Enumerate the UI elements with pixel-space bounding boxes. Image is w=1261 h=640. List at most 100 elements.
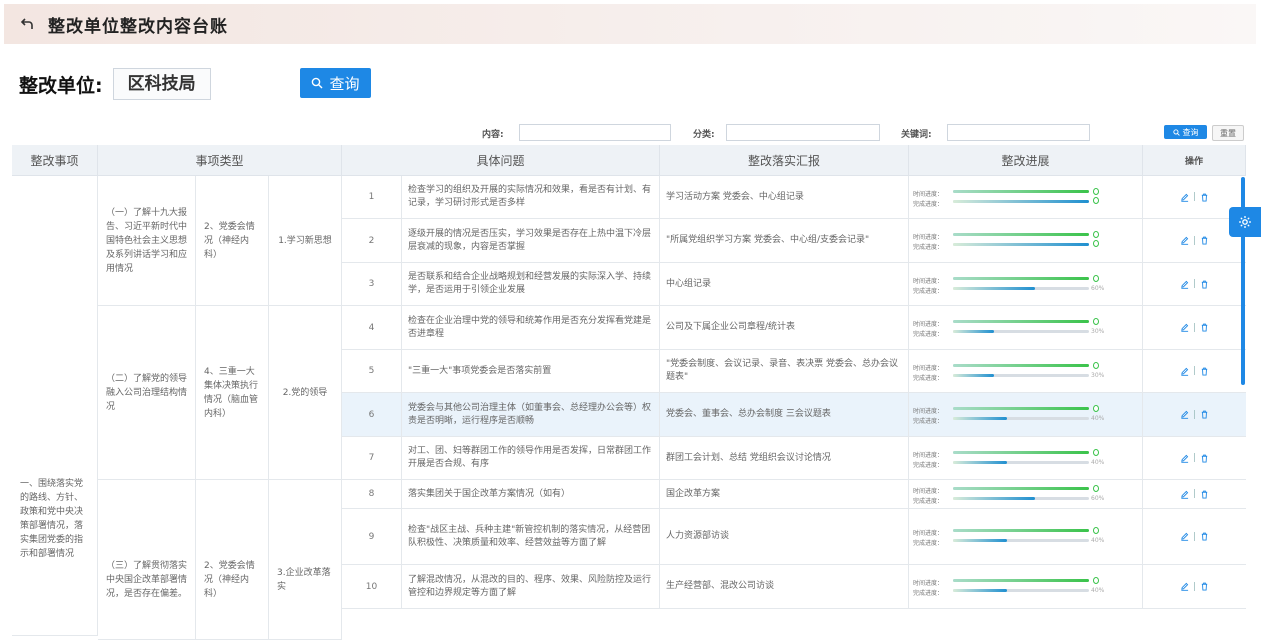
time-progress-label: 时间进度： bbox=[913, 191, 944, 198]
edit-icon[interactable] bbox=[1180, 532, 1189, 541]
report-text: 人力资源部访谈 bbox=[660, 509, 909, 564]
settings-button[interactable] bbox=[1229, 207, 1261, 237]
separator: | bbox=[1192, 322, 1197, 333]
back-arrow-icon[interactable] bbox=[20, 17, 34, 31]
table-row[interactable]: 4 检查在企业治理中党的领导和统筹作用是否充分发挥看党建是否进章程 公司及下属企… bbox=[342, 306, 1246, 350]
progress-cell: 时间进度： 完成进度： bbox=[909, 176, 1143, 218]
done-progress-bar bbox=[953, 497, 1089, 500]
filter-bar: 内容: 分类: 关键词: 查询 重置 bbox=[12, 120, 1246, 144]
table-row[interactable]: 9 检查"战区主战、兵种主建"新管控机制的落实情况，从经营团队积极性、决策质量和… bbox=[342, 509, 1246, 565]
done-percent: 40% bbox=[1091, 459, 1105, 466]
delete-icon[interactable] bbox=[1200, 323, 1209, 332]
edit-icon[interactable] bbox=[1180, 410, 1189, 419]
report-text: 群团工会计划、总结 党组织会议讨论情况 bbox=[660, 437, 909, 479]
table-row[interactable]: 10 了解混改情况，从混改的目的、程序、效果、风险防控及运行管控和边界规定等方面… bbox=[342, 565, 1246, 609]
issue-text: 逐级开展的情况是否压实，学习效果是否存在上热中温下冷层层衰减的现象，内容是否掌握 bbox=[402, 219, 660, 262]
table-row[interactable]: 1 检查学习的组织及开展的实际情况和效果，看是否有计划、有记录，学习研讨形式是否… bbox=[342, 176, 1246, 219]
row-number: 8 bbox=[342, 480, 402, 508]
header-progress: 整改进展 bbox=[909, 145, 1143, 176]
separator: | bbox=[1192, 581, 1197, 592]
keyword-filter-input[interactable] bbox=[947, 124, 1090, 141]
type-cell: 1.学习新思想 bbox=[269, 176, 342, 306]
actions-cell: | bbox=[1143, 480, 1246, 508]
delete-icon[interactable] bbox=[1200, 193, 1209, 202]
table-row[interactable]: 3 是否联系和结合企业战略规划和经营发展的实际深入学、持续学，是否运用于引领企业… bbox=[342, 263, 1246, 306]
time-progress-bar bbox=[953, 190, 1089, 193]
delete-icon[interactable] bbox=[1200, 454, 1209, 463]
page-title: 整改单位整改内容台账 bbox=[48, 16, 228, 37]
progress-cell: 时间进度： 完成进度： 40% bbox=[909, 437, 1143, 479]
edit-icon[interactable] bbox=[1180, 367, 1189, 376]
delete-icon[interactable] bbox=[1200, 280, 1209, 289]
separator: | bbox=[1192, 366, 1197, 376]
done-percent: 60% bbox=[1091, 495, 1105, 502]
table-row[interactable]: 8 落实集团关于国企改革方案情况（如有） 国企改革方案 时间进度： 完成进度： … bbox=[342, 480, 1246, 509]
separator: | bbox=[1192, 489, 1197, 499]
delete-icon[interactable] bbox=[1200, 236, 1209, 245]
edit-icon[interactable] bbox=[1180, 236, 1189, 245]
table-row[interactable]: 7 对工、团、妇等群团工作的领导作用是否发挥，日常群团工作开展是否合规、有序 群… bbox=[342, 437, 1246, 480]
unit-field[interactable]: 区科技局 bbox=[112, 68, 211, 100]
issue-text: 了解混改情况，从混改的目的、程序、效果、风险防控及运行管控和边界规定等方面了解 bbox=[402, 565, 660, 608]
table-row[interactable]: 6 党委会与其他公司治理主体（如董事会、总经理办公会等）权责是否明晰，运行程序是… bbox=[342, 393, 1246, 437]
time-progress-bar bbox=[953, 579, 1089, 582]
done-progress-bar bbox=[953, 589, 1089, 592]
actions-cell: | bbox=[1143, 565, 1246, 608]
edit-icon[interactable] bbox=[1180, 323, 1189, 332]
done-progress-label: 完成进度： bbox=[913, 201, 944, 208]
header-matter: 整改事项 bbox=[12, 145, 98, 176]
done-progress-bar bbox=[953, 243, 1089, 246]
query-button[interactable]: 查询 bbox=[300, 68, 371, 98]
report-text: 学习活动方案 党委会、中心组记录 bbox=[660, 176, 909, 218]
progress-cell: 时间进度： 完成进度： 40% bbox=[909, 393, 1143, 436]
actions-cell: | bbox=[1143, 437, 1246, 479]
delete-icon[interactable] bbox=[1200, 367, 1209, 376]
category-filter-input[interactable] bbox=[726, 124, 880, 141]
done-percent: 60% bbox=[1091, 285, 1105, 292]
table-row[interactable]: 2 逐级开展的情况是否压实，学习效果是否存在上热中温下冷层层衰减的现象，内容是否… bbox=[342, 219, 1246, 263]
done-percent: 30% bbox=[1091, 372, 1105, 379]
filter-reset-button[interactable]: 重置 bbox=[1212, 125, 1244, 141]
done-progress-label: 完成进度： bbox=[913, 288, 944, 295]
edit-icon[interactable] bbox=[1180, 454, 1189, 463]
page-header: 整改单位整改内容台账 bbox=[4, 4, 1256, 44]
time-progress-knob bbox=[1093, 485, 1099, 492]
done-progress-bar bbox=[953, 539, 1089, 542]
filter-search-button[interactable]: 查询 bbox=[1164, 125, 1207, 139]
done-progress-bar bbox=[953, 374, 1089, 377]
content-filter-input[interactable] bbox=[519, 124, 671, 141]
unit-selector: 整改单位: 区科技局 bbox=[19, 68, 211, 100]
progress-cell: 时间进度： 完成进度： 40% bbox=[909, 509, 1143, 564]
row-number: 10 bbox=[342, 565, 402, 608]
delete-icon[interactable] bbox=[1200, 582, 1209, 591]
header-report: 整改落实汇报 bbox=[660, 145, 909, 176]
filter-search-label: 查询 bbox=[1182, 127, 1199, 137]
edit-icon[interactable] bbox=[1180, 490, 1189, 499]
time-progress-label: 时间进度： bbox=[913, 278, 944, 285]
done-percent: 30% bbox=[1091, 328, 1105, 335]
table-row[interactable]: 5 "三重一大"事项党委会是否落实前置 "党委会制度、会议记录、录音、表决票 党… bbox=[342, 350, 1246, 393]
issue-text: 检查"战区主战、兵种主建"新管控机制的落实情况，从经营团队积极性、决策质量和效率… bbox=[402, 509, 660, 564]
edit-icon[interactable] bbox=[1180, 193, 1189, 202]
time-progress-bar bbox=[953, 364, 1089, 367]
header-actions: 操作 bbox=[1143, 145, 1246, 176]
time-progress-label: 时间进度： bbox=[913, 408, 944, 415]
report-text: "党委会制度、会议记录、录音、表决票 党委会、总办会议题表" bbox=[660, 350, 909, 392]
delete-icon[interactable] bbox=[1200, 532, 1209, 541]
separator: | bbox=[1192, 409, 1197, 420]
report-text: "所属党组织学习方案 党委会、中心组/支委会记录" bbox=[660, 219, 909, 262]
progress-knob bbox=[1093, 240, 1099, 247]
time-progress-label: 时间进度： bbox=[913, 580, 944, 587]
delete-icon[interactable] bbox=[1200, 490, 1209, 499]
type-cell: （一）了解十九大报告、习近平新时代中国特色社会主义思想及系列讲话学习和应用情况 bbox=[98, 176, 196, 306]
actions-cell: | bbox=[1143, 350, 1246, 392]
delete-icon[interactable] bbox=[1200, 410, 1209, 419]
edit-icon[interactable] bbox=[1180, 582, 1189, 591]
edit-icon[interactable] bbox=[1180, 280, 1189, 289]
progress-cell: 时间进度： 完成进度： 30% bbox=[909, 306, 1143, 349]
time-progress-knob bbox=[1093, 405, 1099, 412]
rectification-table: 整改事项 事项类型 具体问题 整改落实汇报 整改进展 操作 一、围绕落实党的路线… bbox=[12, 145, 1246, 640]
time-progress-knob bbox=[1093, 318, 1099, 325]
report-text: 生产经营部、混改公司访谈 bbox=[660, 565, 909, 608]
time-progress-bar bbox=[953, 487, 1089, 490]
